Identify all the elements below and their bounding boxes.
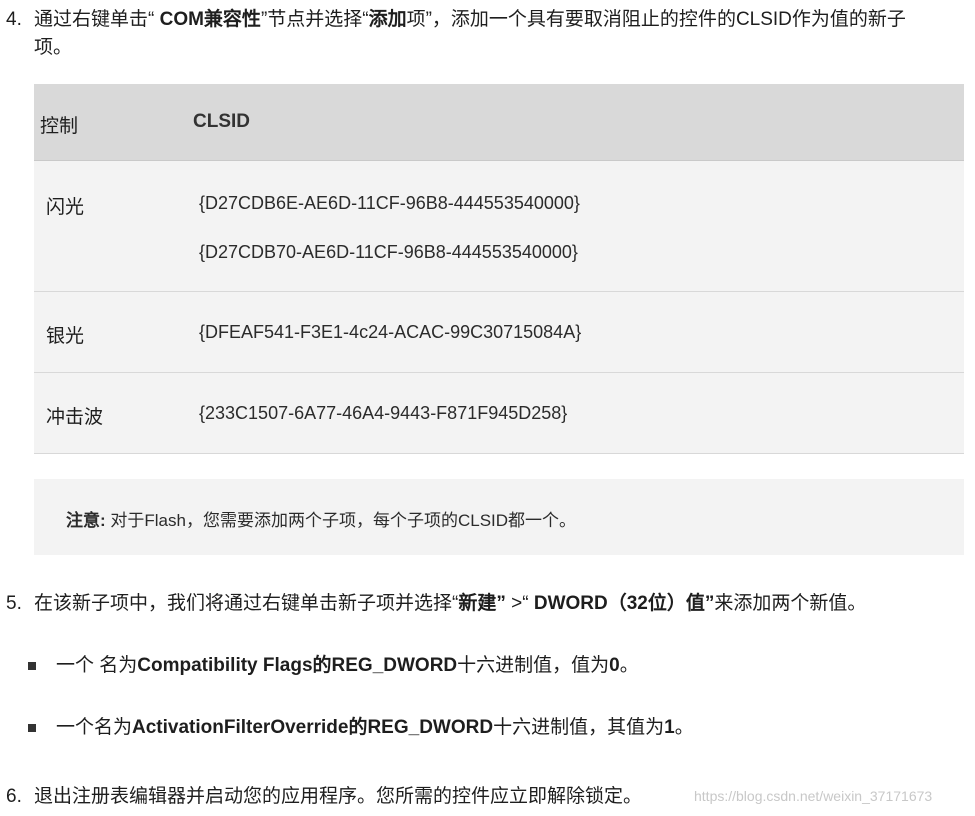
step-text: ”节点并选择“ [260,9,369,30]
header-clsid: CLSID [193,111,250,132]
bold-term: COM兼容性 [159,9,261,30]
bullet-text: 一个 名为 [56,655,138,676]
step-number: 4. [6,9,22,30]
bold-term: 添加 [368,9,407,30]
bullet-text: 。 [674,717,694,738]
table-row: 银光 {DFEAF541-F3E1-4c24-ACAC-99C30715084A… [34,292,964,373]
table-row: 闪光 {D27CDB6E-AE6D-11CF-96B8-444553540000… [34,161,964,292]
bold-term: DWORD（32位）值” [533,593,715,614]
control-name: 冲击波 [46,407,104,428]
bold-term: 1 [664,717,675,738]
bullet-square-icon [28,662,36,670]
control-name: 银光 [46,326,85,347]
step-text: >“ [505,593,534,614]
note-label: 注意: [66,511,106,530]
table-row: 冲击波 {233C1507-6A77-46A4-9443-F871F945D25… [34,373,964,454]
bullet-text: 一个名为 [56,717,133,738]
bold-term: ActivationFilterOverride的REG_DWORD [132,717,494,738]
note-text: 对于Flash，您需要添加两个子项，每个子项的CLSID都一个。 [105,511,577,530]
clsid-table: 控制 CLSID 闪光 {D27CDB6E-AE6D-11CF-96B8-444… [34,84,964,454]
step-number: 5. [6,593,22,614]
step-text: 通过右键单击“ [34,9,160,30]
step-text: 来添加两个新值。 [714,593,867,614]
table-header: 控制 CLSID [34,84,964,161]
clsid-value: {D27CDB70-AE6D-11CF-96B8-444553540000} [199,242,578,262]
clsid-value: {DFEAF541-F3E1-4c24-ACAC-99C30715084A} [199,322,582,342]
bold-term: 0 [609,655,620,676]
control-name: 闪光 [46,197,85,218]
header-control: 控制 [40,116,79,137]
clsid-value: {233C1507-6A77-46A4-9443-F871F945D258} [199,403,568,423]
step-text: 项。 [34,37,73,58]
watermark: https://blog.csdn.net/weixin_37171673 [694,788,933,804]
bold-term: Compatibility Flags的REG_DWORD [137,655,458,676]
bold-term: 新建” [458,593,506,614]
bullet-text: 十六进制值，值为 [457,655,610,676]
bullet-text: 十六进制值，其值为 [493,717,665,738]
step-text: 项”，添加一个具有要取消阻止的控件的CLSID作为值的新子 [406,9,906,30]
step-text: 退出注册表编辑器并启动您的应用程序。您所需的控件应立即解除锁定。 [34,786,643,807]
bullet-square-icon [28,724,36,732]
bullet-text: 。 [619,655,639,676]
note-box: 注意: 对于Flash，您需要添加两个子项，每个子项的CLSID都一个。 [34,479,964,555]
step-number: 6. [6,786,22,807]
step-text: 在该新子项中，我们将通过右键单击新子项并选择“ [34,593,459,614]
clsid-value: {D27CDB6E-AE6D-11CF-96B8-444553540000} [199,193,580,213]
